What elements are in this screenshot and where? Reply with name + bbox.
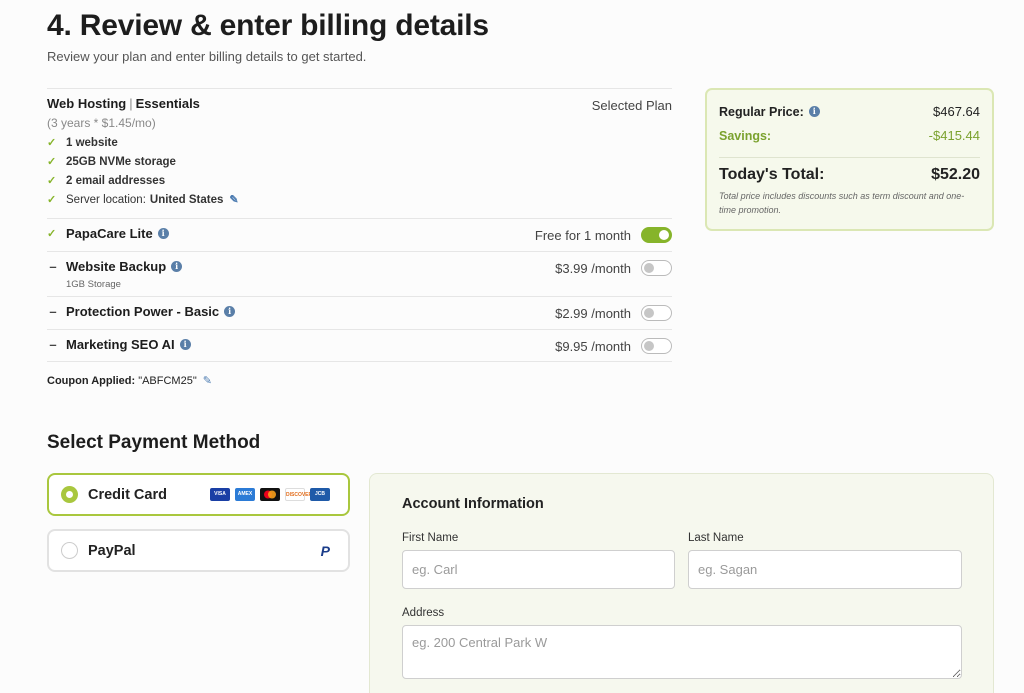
plan-product: Web Hosting — [47, 96, 127, 111]
payment-method-title: Select Payment Method — [47, 432, 261, 453]
edit-coupon-icon[interactable]: ✎ — [203, 375, 212, 387]
savings-row: Savings: -$415.44 — [719, 128, 980, 143]
coupon-code: "ABFCM25" — [138, 375, 197, 387]
mastercard-circles-icon — [264, 490, 276, 499]
total-value: $52.20 — [931, 166, 980, 183]
page-subtitle: Review your plan and enter billing detai… — [47, 49, 367, 64]
addon-toggle-backup[interactable] — [641, 260, 672, 276]
addon-label: Marketing SEO AI — [66, 337, 175, 352]
jcb-icon: JCB — [310, 488, 330, 501]
info-icon[interactable]: i — [224, 306, 236, 317]
plan-card: Web Hosting | Essentials Selected Plan (3 … — [47, 88, 672, 218]
regular-price-label: Regular Price: — [719, 104, 804, 119]
addon-name: – Marketing SEO AI i — [47, 337, 191, 352]
check-icon: ✓ — [47, 156, 57, 168]
server-location: ✓ Server location: United States ✎ — [47, 194, 239, 206]
payment-option-label: Credit Card — [88, 486, 167, 503]
total-note: Total price includes discounts such as t… — [719, 191, 965, 215]
addon-toggle-seo[interactable] — [641, 338, 672, 354]
plan-separator: | — [129, 96, 133, 111]
addon-row-backup: – Website Backup i 1GB Storage $3.99 /mont… — [47, 251, 672, 296]
addon-label: PapaCare Lite — [66, 226, 153, 241]
info-icon[interactable]: i — [808, 106, 820, 117]
addon-toggle-papacare[interactable] — [641, 227, 672, 243]
account-information-title: Account Information — [402, 496, 544, 512]
regular-price-label-wrap: Regular Price: i — [719, 105, 820, 119]
regular-price-row: Regular Price: i $467.64 — [719, 104, 980, 119]
toggle-knob — [644, 341, 654, 351]
info-icon[interactable]: i — [171, 261, 183, 272]
addon-name: – Protection Power - Basic i — [47, 304, 236, 319]
last-name-label: Last Name — [688, 532, 744, 544]
addon-label: Protection Power - Basic — [66, 304, 220, 319]
paypal-icon: P — [320, 543, 330, 559]
toggle-knob — [644, 308, 654, 318]
addon-name: ✓ PapaCare Lite i — [47, 226, 169, 241]
selected-plan-label: Selected Plan — [591, 98, 672, 113]
toggle-knob — [644, 263, 654, 273]
address-field[interactable] — [402, 625, 962, 679]
address-label: Address — [402, 607, 445, 619]
addon-row-papacare: ✓ PapaCare Lite i Free for 1 month — [47, 218, 672, 251]
check-icon: ✓ — [47, 194, 57, 206]
feature-item: ✓ 1 website — [47, 137, 118, 149]
addon-name: – Website Backup i — [47, 259, 183, 274]
plan-tier: Essentials — [135, 96, 200, 111]
feature-item: ✓ 25GB NVMe storage — [47, 156, 176, 168]
discover-icon: DISCOVER — [285, 488, 312, 501]
plan-name: Web Hosting | Essentials — [47, 96, 200, 111]
check-icon: ✓ — [47, 175, 57, 187]
addon-toggle-protection[interactable] — [641, 305, 672, 321]
dash-icon: – — [49, 259, 57, 274]
check-icon: ✓ — [47, 137, 57, 149]
dash-icon: – — [49, 337, 57, 352]
coupon-label: Coupon Applied: — [47, 375, 136, 387]
plan-term: (3 years * $1.45/mo) — [47, 116, 156, 130]
edit-location-icon[interactable]: ✎ — [229, 194, 238, 206]
first-name-field[interactable] — [402, 550, 675, 589]
first-name-label: First Name — [402, 532, 459, 544]
addon-row-seo: – Marketing SEO AI i $9.95 /month — [47, 329, 672, 362]
addon-price: $9.95 /month — [555, 339, 631, 354]
addon-price: Free for 1 month — [534, 228, 631, 243]
savings-label: Savings: — [719, 128, 772, 143]
addon-label: Website Backup — [66, 259, 167, 274]
toggle-knob — [659, 230, 669, 240]
regular-price-value: $467.64 — [933, 104, 980, 119]
last-name-field[interactable] — [688, 550, 962, 589]
account-information-panel: Account Information First Name Last Name… — [369, 473, 994, 693]
info-icon[interactable]: i — [179, 339, 191, 350]
addon-price: $2.99 /month — [555, 306, 631, 321]
radio-credit-card[interactable] — [61, 486, 78, 503]
visa-icon: VISA — [210, 488, 230, 501]
total-row: Today's Total: $52.20 — [719, 166, 980, 184]
feature-text: 2 email addresses — [66, 175, 166, 187]
server-location-label: Server location: — [66, 194, 146, 206]
payment-option-paypal[interactable]: PayPal P — [47, 529, 350, 572]
addon-price: $3.99 /month — [555, 261, 631, 276]
feature-item: ✓ 2 email addresses — [47, 175, 165, 187]
check-icon: ✓ — [47, 227, 57, 240]
radio-paypal[interactable] — [61, 542, 78, 559]
amex-icon: AMEX — [235, 488, 255, 501]
plan-details: Web Hosting | Essentials Selected Plan (3 … — [47, 88, 672, 362]
payment-option-label: PayPal — [88, 542, 136, 559]
addon-note: 1GB Storage — [66, 279, 121, 290]
page-title: 4. Review & enter billing details — [47, 9, 489, 42]
savings-value: -$415.44 — [928, 128, 980, 143]
summary-divider — [719, 157, 980, 158]
feature-text: 25GB NVMe storage — [66, 156, 176, 168]
server-location-value: United States — [149, 194, 224, 206]
dash-icon: – — [49, 304, 57, 319]
feature-text: 1 website — [66, 137, 118, 149]
card-brands: VISA AMEX DISCOVER JCB — [210, 488, 330, 501]
price-summary: Regular Price: i $467.64 Savings: -$415.4… — [705, 88, 994, 231]
coupon-applied: Coupon Applied: "ABFCM25" ✎ — [47, 375, 212, 387]
info-icon[interactable]: i — [157, 228, 169, 239]
payment-option-credit-card[interactable]: Credit Card VISA AMEX DISCOVER JCB — [47, 473, 350, 516]
mastercard-icon — [260, 488, 280, 501]
total-label: Today's Total: — [719, 166, 825, 183]
addon-row-protection: – Protection Power - Basic i $2.99 /month — [47, 296, 672, 329]
